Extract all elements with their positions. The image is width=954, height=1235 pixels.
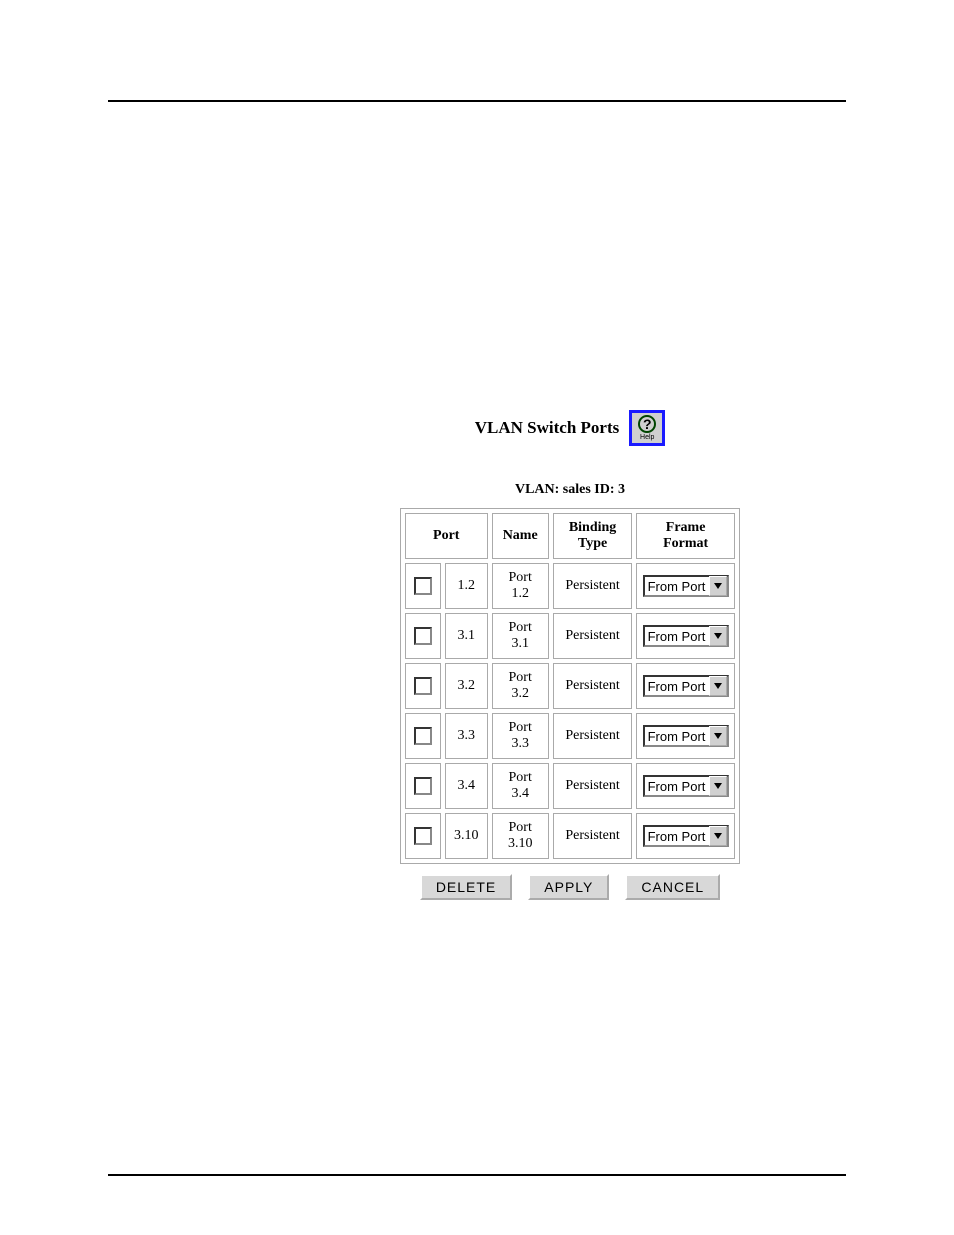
cell-name: Port 3.2 [492,663,549,709]
frame-format-value: From Port [645,779,709,794]
col-binding: Binding Type [553,513,632,559]
cell-name: Port 3.10 [492,813,549,859]
cell-binding: Persistent [553,563,632,609]
row-checkbox[interactable] [414,577,432,595]
cell-port: 3.3 [445,713,488,759]
cell-port: 3.2 [445,663,488,709]
figure-subtitle: VLAN: sales ID: 3 [400,482,740,498]
frame-format-select[interactable]: From Port [643,575,729,597]
chevron-down-icon [709,776,727,796]
frame-format-value: From Port [645,729,709,744]
cell-name: Port 3.1 [492,613,549,659]
chevron-down-icon [709,576,727,596]
figure-vlan-switch-ports: VLAN Switch Ports ? Help VLAN: sales ID:… [400,410,740,900]
cell-port: 3.4 [445,763,488,809]
chevron-down-icon [709,676,727,696]
bottom-divider [108,1174,846,1176]
action-buttons: DELETE APPLY CANCEL [400,874,740,900]
cell-binding: Persistent [553,763,632,809]
frame-format-select[interactable]: From Port [643,775,729,797]
help-label: Help [640,434,654,441]
row-checkbox[interactable] [414,827,432,845]
cell-name: Port 1.2 [492,563,549,609]
apply-button[interactable]: APPLY [528,874,609,900]
table-header-row: Port Name Binding Type Frame Format [405,513,735,559]
frame-format-value: From Port [645,579,709,594]
table-row: 3.3 Port 3.3 Persistent From Port [405,713,735,759]
row-checkbox[interactable] [414,777,432,795]
top-divider [108,100,846,102]
ports-table: Port Name Binding Type Frame Format 1.2 … [400,508,740,864]
table-row: 1.2 Port 1.2 Persistent From Port [405,563,735,609]
cell-name: Port 3.4 [492,763,549,809]
row-checkbox[interactable] [414,627,432,645]
frame-format-select[interactable]: From Port [643,825,729,847]
frame-format-value: From Port [645,629,709,644]
table-row: 3.10 Port 3.10 Persistent From Port [405,813,735,859]
frame-format-value: From Port [645,679,709,694]
frame-format-select[interactable]: From Port [643,625,729,647]
cell-binding: Persistent [553,813,632,859]
page: VLAN Switch Ports ? Help VLAN: sales ID:… [0,0,954,1235]
figure-title-row: VLAN Switch Ports ? Help [400,410,740,446]
cell-name: Port 3.3 [492,713,549,759]
help-icon: ? [638,415,656,433]
col-name: Name [492,513,549,559]
cell-binding: Persistent [553,613,632,659]
cell-binding: Persistent [553,713,632,759]
delete-button[interactable]: DELETE [420,874,512,900]
chevron-down-icon [709,826,727,846]
chevron-down-icon [709,626,727,646]
cell-port: 3.10 [445,813,488,859]
frame-format-select[interactable]: From Port [643,675,729,697]
col-frame: Frame Format [636,513,735,559]
table-row: 3.4 Port 3.4 Persistent From Port [405,763,735,809]
frame-format-value: From Port [645,829,709,844]
row-checkbox[interactable] [414,677,432,695]
help-button[interactable]: ? Help [629,410,665,446]
chevron-down-icon [709,726,727,746]
table-row: 3.1 Port 3.1 Persistent From Port [405,613,735,659]
frame-format-select[interactable]: From Port [643,725,729,747]
col-port: Port [405,513,488,559]
cell-port: 1.2 [445,563,488,609]
cancel-button[interactable]: CANCEL [625,874,720,900]
cell-port: 3.1 [445,613,488,659]
cell-binding: Persistent [553,663,632,709]
row-checkbox[interactable] [414,727,432,745]
figure-title: VLAN Switch Ports [475,418,620,438]
table-row: 3.2 Port 3.2 Persistent From Port [405,663,735,709]
